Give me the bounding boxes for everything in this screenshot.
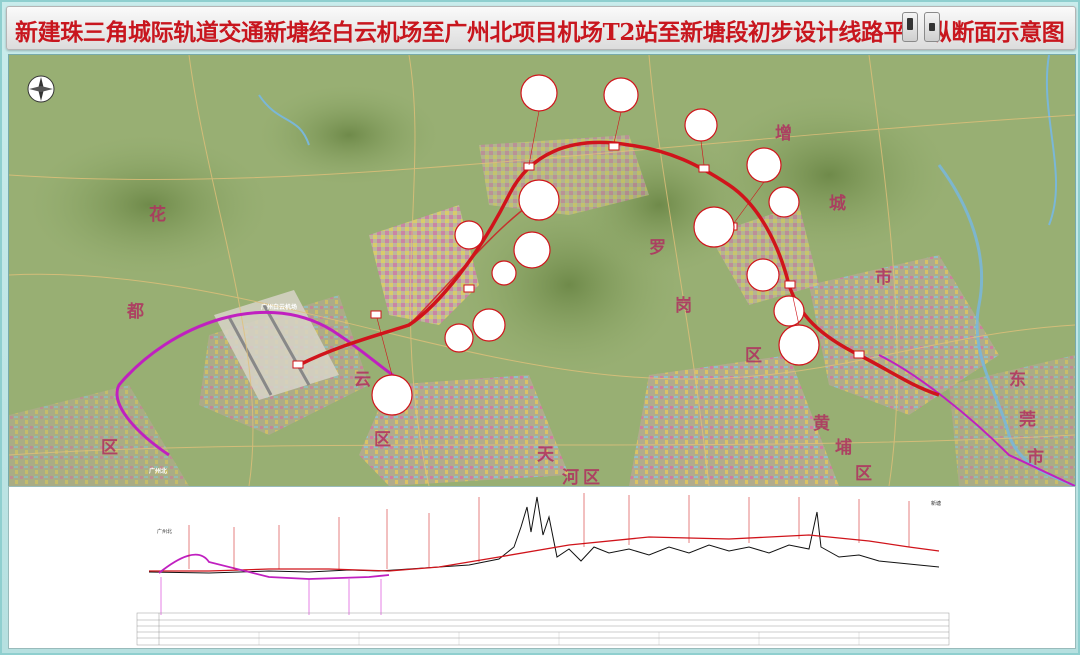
district-char: 东 (1009, 369, 1026, 390)
district-char: 天 (537, 445, 555, 465)
station-callout[interactable] (778, 324, 820, 366)
station-marker[interactable] (853, 350, 865, 359)
district-char: 河 (562, 468, 579, 486)
route-plan-map[interactable]: 花 都 区 云 区 天 河 区 增 城 市 罗 岗 区 黄 埔 区 东 莞 市 (8, 54, 1076, 487)
district-char: 区 (745, 346, 762, 366)
profile-start-label: 广州北 (157, 528, 172, 535)
district-char: 市 (875, 267, 892, 288)
district-char: 区 (855, 464, 872, 484)
scroll-thumb-icon (907, 18, 913, 30)
station-callout[interactable] (472, 308, 506, 342)
district-char: 莞 (1019, 410, 1036, 430)
profile-background (9, 487, 1075, 648)
huadu-north-label: 广州北 (149, 467, 167, 475)
scroll-down-button[interactable] (924, 12, 940, 42)
district-char: 都 (126, 301, 144, 322)
station-callout[interactable] (520, 74, 558, 112)
station-callout[interactable] (746, 258, 780, 292)
district-char: 埔 (835, 437, 852, 458)
station-callout[interactable] (444, 323, 474, 353)
scroll-up-button[interactable] (902, 12, 918, 42)
district-char: 区 (583, 468, 600, 486)
station-marker[interactable] (608, 142, 620, 151)
mountain-area (259, 85, 439, 185)
district-char: 云 (354, 370, 371, 390)
station-marker[interactable] (292, 360, 304, 369)
compass-rose-icon (27, 75, 55, 103)
station-callout[interactable] (773, 295, 805, 327)
profile-end-label: 新塘 (931, 500, 941, 507)
station-callout[interactable] (454, 220, 484, 250)
district-char: 岗 (675, 295, 692, 316)
district-char: 黄 (813, 413, 830, 434)
district-char: 增 (775, 123, 792, 144)
station-callout[interactable] (513, 231, 551, 269)
district-char: 区 (374, 430, 391, 450)
title-bar: 新建珠三角城际轨道交通新塘经白云机场至广州北项目机场T2站至新塘段初步设计线路平… (6, 6, 1076, 50)
station-callout[interactable] (603, 77, 639, 113)
scroll-thumb-icon (929, 23, 935, 31)
station-marker[interactable] (463, 284, 475, 293)
district-char: 区 (101, 438, 118, 458)
station-marker[interactable] (698, 164, 710, 173)
station-callout[interactable] (693, 206, 735, 248)
airport-label: 广州白云机场 (261, 303, 297, 311)
station-callout[interactable] (518, 179, 560, 221)
station-callout[interactable] (768, 186, 800, 218)
station-marker[interactable] (370, 310, 382, 319)
station-marker[interactable] (784, 280, 796, 289)
district-char: 花 (149, 204, 166, 225)
station-callout[interactable] (371, 374, 413, 416)
district-char: 罗 (649, 238, 666, 258)
longitudinal-profile[interactable]: 广州北 新塘 (8, 486, 1076, 649)
station-callout[interactable] (684, 108, 718, 142)
station-callout[interactable] (746, 147, 782, 183)
district-char: 城 (829, 194, 846, 214)
station-callout[interactable] (491, 260, 517, 286)
